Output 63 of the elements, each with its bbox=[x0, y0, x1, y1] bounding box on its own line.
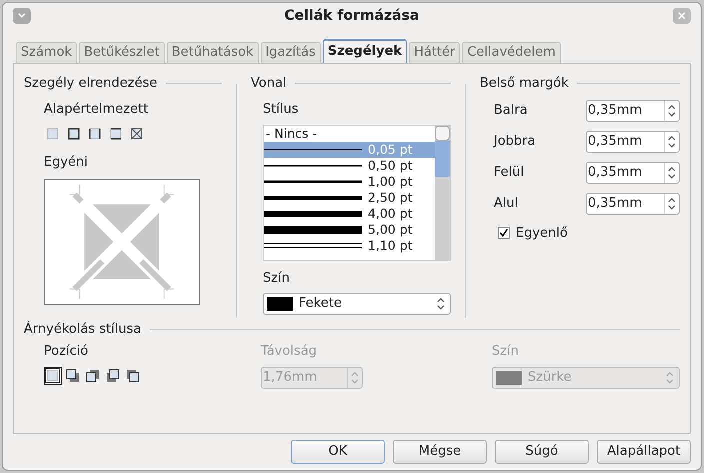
shadow-position-icon[interactable] bbox=[44, 367, 62, 385]
spin-field[interactable]: 0,35mm bbox=[586, 192, 680, 214]
line-style-item[interactable]: 2,50 pt bbox=[264, 190, 436, 206]
line-sample-icon bbox=[264, 241, 362, 251]
field-label: Alul bbox=[494, 194, 520, 213]
field-label: Alapértelmezett bbox=[44, 100, 150, 118]
shadow-position-icon[interactable] bbox=[64, 367, 82, 385]
line-style-item[interactable]: 5,00 pt bbox=[264, 222, 436, 238]
line-sample-icon bbox=[264, 193, 362, 203]
tab[interactable]: Szegélyek bbox=[322, 39, 408, 63]
spin-field[interactable]: 0,35mm bbox=[586, 162, 680, 184]
line-sample-icon bbox=[264, 225, 362, 235]
checkbox-label: Egyenlő bbox=[516, 224, 568, 242]
border-preview-drawing[interactable] bbox=[44, 178, 200, 304]
line-style-label: 2,50 pt bbox=[367, 189, 413, 207]
checkbox[interactable] bbox=[498, 227, 510, 240]
line-style-label: 1,10 pt bbox=[367, 237, 413, 255]
field-label: Távolság bbox=[261, 342, 318, 360]
scrollbar[interactable] bbox=[435, 126, 450, 260]
line-style-label: 4,00 pt bbox=[367, 205, 413, 223]
tab[interactable]: Cellavédelem bbox=[462, 42, 561, 63]
dialog-button[interactable]: OK bbox=[291, 440, 385, 464]
dialog-button[interactable]: Alapállapot bbox=[597, 440, 691, 464]
line-style-label: 1,00 pt bbox=[367, 173, 413, 191]
shadow-position-icon[interactable] bbox=[104, 367, 122, 385]
line-style-label: - Nincs - bbox=[265, 126, 318, 143]
line-style-label: 5,00 pt bbox=[367, 221, 413, 239]
field-label: Jobbra bbox=[494, 132, 537, 151]
field-label: Stílus bbox=[263, 100, 300, 118]
line-style-item[interactable]: 1,10 pt bbox=[264, 238, 436, 254]
field-label: Felül bbox=[494, 164, 526, 182]
shadow-position-icon[interactable] bbox=[84, 367, 102, 385]
group-title: Árnyékolás stílusa bbox=[24, 320, 142, 339]
dialog-button[interactable]: Mégse bbox=[393, 440, 487, 464]
tab[interactable]: Számok bbox=[16, 42, 78, 63]
field-label: Balra bbox=[494, 102, 529, 120]
tab[interactable]: Betűkészlet bbox=[79, 42, 165, 63]
color-dropdown[interactable]: Fekete bbox=[263, 292, 452, 314]
line-style-item[interactable]: 1,00 pt bbox=[264, 174, 436, 190]
field-label: Szín bbox=[263, 270, 291, 288]
line-style-item[interactable]: 4,00 pt bbox=[264, 206, 436, 222]
line-style-label: 0,05 pt bbox=[367, 140, 413, 159]
field-label: Szín bbox=[492, 342, 520, 360]
spin-field[interactable]: 0,35mm bbox=[586, 100, 680, 122]
line-style-label: 0,50 pt bbox=[367, 157, 413, 175]
window-title: Cellák formázása bbox=[284, 6, 420, 26]
line-style-item[interactable]: - Nincs - bbox=[264, 126, 436, 142]
group-title: Szegély elrendezése bbox=[24, 75, 158, 93]
spin-field[interactable]: 0,35mm bbox=[586, 130, 680, 152]
close-icon bbox=[678, 12, 686, 20]
tab[interactable]: Háttér bbox=[409, 42, 460, 63]
line-style-list[interactable]: - Nincs - 0,05 pt 0,50 pt 1,00 pt 2,50 pt 4,00 pt 5,00 pt 1,10 pt bbox=[263, 125, 452, 261]
group-title: Belső margók bbox=[480, 75, 569, 93]
line-style-item[interactable]: 0,50 pt bbox=[264, 158, 436, 174]
field-label: Egyéni bbox=[44, 154, 90, 172]
tab[interactable]: Betűhatások bbox=[166, 42, 259, 63]
field-label: Pozíció bbox=[44, 342, 90, 360]
shadow-position-icon[interactable] bbox=[124, 367, 142, 385]
line-sample-icon bbox=[264, 209, 362, 219]
dialog-button[interactable]: Súgó bbox=[495, 440, 589, 464]
tab[interactable]: Igazítás bbox=[260, 42, 321, 63]
chevron-down-icon bbox=[18, 13, 26, 19]
group-title: Vonal bbox=[251, 75, 287, 93]
